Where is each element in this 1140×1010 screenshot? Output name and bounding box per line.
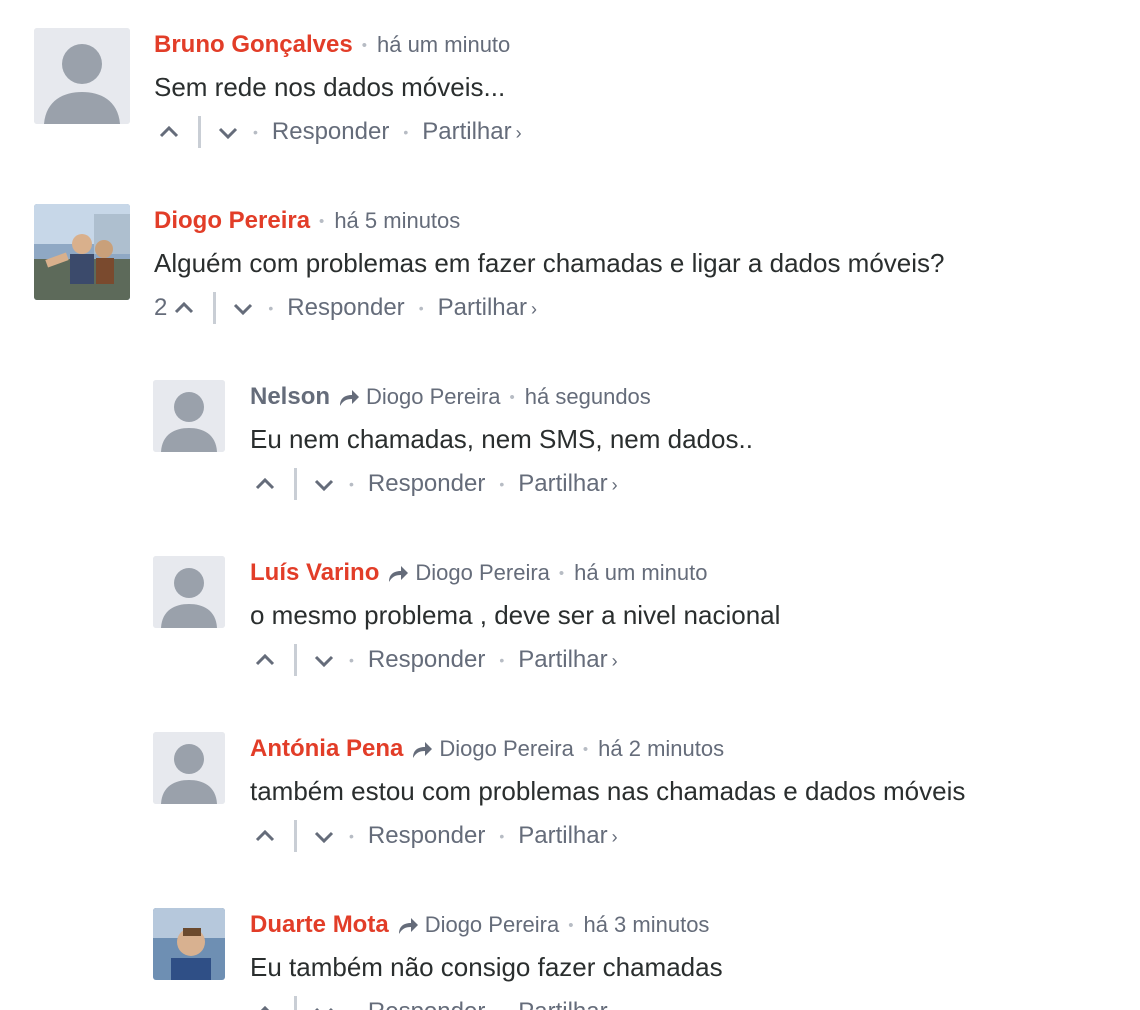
comment-text: o mesmo problema , deve ser a nivel naci… [250,600,781,630]
action-separator: • [499,476,505,492]
share-label: Partilhar [518,646,608,673]
share-button[interactable]: Partilhar› [518,470,617,498]
meta-separator: • [319,212,325,230]
vote-divider [294,468,297,500]
comment-timestamp[interactable]: há um minuto [377,32,510,58]
chevron-right-icon: › [611,827,618,847]
vote-divider [294,644,297,676]
reply-comment: Luís Varino Diogo Pereira • há um minuto… [0,556,1140,696]
vote-count: 2 [154,294,168,321]
comment-text: Sem rede nos dados móveis... [154,72,506,102]
default-avatar-icon[interactable] [34,28,130,124]
reply-to-link[interactable]: Diogo Pereira [425,912,560,938]
comment-timestamp[interactable]: há 2 minutos [598,736,724,762]
upvote-chevron-icon[interactable] [254,649,276,671]
downvote-chevron-icon[interactable] [313,1001,335,1010]
reply-arrow-icon [387,563,409,583]
share-label: Partilhar [518,470,608,497]
reply-comment: Antónia Pena Diogo Pereira • há 2 minuto… [0,732,1140,872]
reply-comment: Nelson Diogo Pereira • há segundos Eu ne… [0,380,1140,520]
comment-timestamp[interactable]: há 3 minutos [583,912,709,938]
comment-author[interactable]: Nelson [250,383,330,411]
reply-button[interactable]: Responder [368,998,485,1010]
action-separator: • [499,828,505,844]
downvote-chevron-icon[interactable] [313,825,335,847]
comment-author[interactable]: Bruno Gonçalves [154,31,353,59]
comment-author[interactable]: Antónia Pena [250,735,403,763]
share-button[interactable]: Partilhar› [518,646,617,674]
default-avatar-icon[interactable] [153,556,225,628]
upvote-chevron-icon[interactable] [254,473,276,495]
comment-timestamp[interactable]: há 5 minutos [334,208,460,234]
share-label: Partilhar [437,294,527,321]
meta-separator: • [582,740,589,758]
upvote-chevron-icon[interactable] [158,121,180,143]
reply-button[interactable]: Responder [272,118,389,146]
action-separator: • [253,124,258,140]
action-separator: • [418,300,424,316]
upvote-chevron-icon[interactable] [173,297,195,319]
reply-to-link[interactable]: Diogo Pereira [439,736,574,762]
reply-comment: Duarte Mota Diogo Pereira • há 3 minutos… [0,908,1140,1010]
photo-avatar-icon[interactable] [153,908,225,980]
chevron-right-icon: › [611,475,618,495]
upvote-chevron-icon[interactable] [254,825,276,847]
action-separator: • [349,652,354,668]
action-separator: • [403,124,409,140]
chevron-right-icon: › [515,123,522,143]
share-button[interactable]: Partilhar › [518,998,617,1010]
photo-avatar-icon[interactable] [34,204,130,300]
default-avatar-icon[interactable] [153,732,225,804]
meta-separator: • [361,36,367,54]
downvote-chevron-icon[interactable] [313,649,335,671]
vote-divider [294,996,297,1010]
share-button[interactable]: Partilhar› [438,294,537,322]
reply-arrow-icon [397,915,419,935]
reply-button[interactable]: Responder [368,470,485,498]
comment: Diogo Pereira • há 5 minutos Alguém com … [0,204,1140,344]
comment-author[interactable]: Diogo Pereira [154,207,310,235]
action-separator: • [349,1004,354,1010]
reply-to-link[interactable]: Diogo Pereira [415,560,550,586]
action-separator: • [499,652,505,668]
comment-author[interactable]: Luís Varino [250,559,379,587]
chevron-right-icon: › [612,1003,618,1010]
chevron-right-icon: › [611,651,618,671]
reply-button[interactable]: Responder [368,822,485,850]
default-avatar-icon[interactable] [153,380,225,452]
share-button[interactable]: Partilhar› [518,822,617,850]
share-button[interactable]: Partilhar› [422,118,521,146]
reply-button[interactable]: Responder [287,294,404,322]
meta-separator: • [568,916,574,934]
comment-text: Eu também não consigo fazer chamadas [250,952,723,982]
share-label: Partilhar [422,118,512,145]
comment-text: Alguém com problemas em fazer chamadas e… [154,248,945,278]
comment-author[interactable]: Duarte Mota [250,911,389,939]
upvote-chevron-icon[interactable] [254,1001,276,1010]
action-separator: • [349,476,354,492]
vote-divider [198,116,201,148]
meta-separator: • [509,388,515,406]
comment-timestamp[interactable]: há segundos [525,384,651,410]
action-separator: • [349,828,354,844]
downvote-chevron-icon[interactable] [313,473,335,495]
share-label: Partilhar [518,822,608,849]
reply-button[interactable]: Responder [368,646,485,674]
reply-arrow-icon [338,387,360,407]
comment-timestamp[interactable]: há um minuto [574,560,707,586]
vote-divider [213,292,217,324]
downvote-chevron-icon[interactable] [232,297,254,319]
vote-divider [294,820,297,852]
comment-text: Eu nem chamadas, nem SMS, nem dados.. [250,424,753,454]
meta-separator: • [558,564,565,582]
chevron-right-icon: › [530,299,537,319]
comment-text: também estou com problemas nas chamadas … [250,776,966,806]
reply-to-link[interactable]: Diogo Pereira [366,384,501,410]
action-separator: • [268,300,274,316]
comment: Bruno Gonçalves • há um minuto Sem rede … [0,28,1140,168]
action-separator: • [499,1004,504,1010]
downvote-chevron-icon[interactable] [217,121,239,143]
reply-arrow-icon [411,739,433,759]
share-label: Partilhar [518,998,607,1010]
